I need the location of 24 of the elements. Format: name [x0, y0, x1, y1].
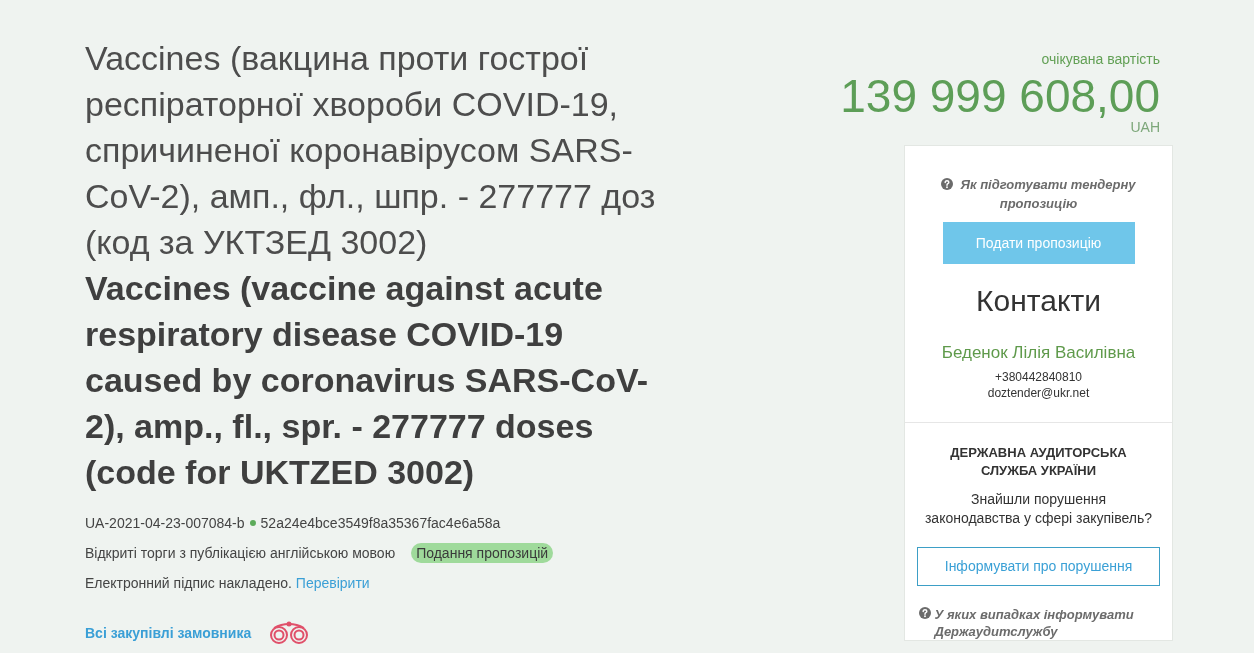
procedure-type: Відкриті торги з публікацією англійською мовою	[85, 544, 396, 563]
help-link[interactable]: У яких випадках інформувати Держаудитслужбу	[918, 606, 1159, 640]
price-label: очікувана вартість	[1041, 50, 1160, 68]
status-dot-icon	[249, 520, 256, 526]
submit-proposal-button[interactable]: Подати пропозицію	[942, 222, 1135, 264]
customer-purchases-link[interactable]: Всі закупівлі замовника	[85, 622, 252, 643]
title-ukrainian: Vaccines (вакцина проти гострої респіраторної хвороби COVID-19, спричиненої коронавірусом SARS-CoV-2), амп., фл., шпр. - 277777 доз (код за УКТЗЕД 3002)	[85, 38, 657, 263]
question-icon	[918, 607, 931, 619]
question-icon	[941, 178, 954, 190]
binoculars-icon	[269, 621, 310, 644]
tender-id: UA-2021-04-23-007084-b	[85, 514, 245, 533]
contacts-heading: Контакти	[976, 283, 1101, 319]
title-english: Vaccines (vaccine against acute respiratory disease COVID-19 caused by coronavirus SARS-CoV-2), amp., fl., spr. - 277777 doses (code for UKTZED 3002)	[85, 268, 650, 493]
violation-question: Знайшли порушення законодавства у сфері закупівель?	[923, 490, 1154, 528]
contact-name: Беденок Лілія Василівна	[941, 342, 1136, 364]
audit-service-heading: ДЕРЖАВНА АУДИТОРСЬКА СЛУЖБА УКРАЇНИ	[949, 444, 1128, 480]
report-violation-button[interactable]: Інформувати про порушення	[917, 547, 1160, 586]
contact-email: doztender@ukr.net	[987, 385, 1090, 401]
hash-text: 52a24e4bce3549f8a35367fac4e6a58a	[260, 514, 501, 533]
contact-phone: +380442840810	[994, 369, 1083, 385]
verify-link[interactable]: Перевірити	[295, 573, 370, 593]
help-link[interactable]: Як підготувати тендерну пропозицію	[938, 175, 1139, 213]
signature-status: Електронний підпис накладено.	[85, 574, 292, 593]
status-badge: Подання пропозицій	[411, 543, 554, 563]
